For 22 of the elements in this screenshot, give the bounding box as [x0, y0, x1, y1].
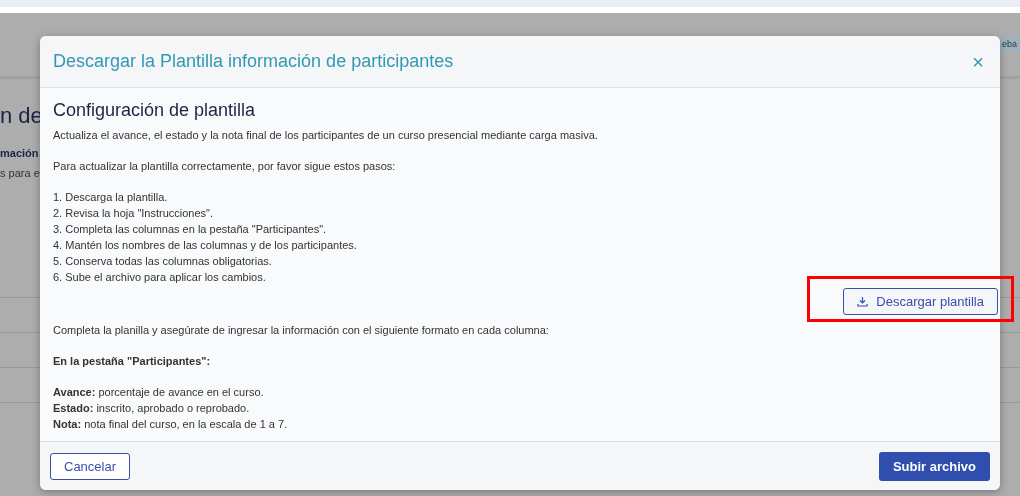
step-item: 3. Completa las columnas en la pestaña "Participantes". — [53, 222, 328, 237]
dialog-title: Descargar la Plantilla información de participantes — [53, 51, 454, 72]
step-item: 5. Conserva todas las columnas obligatorias. — [53, 254, 273, 269]
step-item: 1. Descarga la plantilla. — [53, 190, 169, 205]
step-item: 4. Mantén los nombres de las columnas y de los participantes. — [53, 238, 358, 253]
format-intro: Completa la planilla y asegúrate de ingresar la información con el siguiente formato en cada columna: — [53, 323, 550, 338]
field-description: Avance: porcentaje de avance en el curso. — [53, 385, 265, 400]
download-icon — [857, 296, 869, 307]
steps-intro: Para actualizar la plantilla correctamente, por favor sigue estos pasos: — [53, 159, 397, 174]
step-item: 2. Revisa la hoja "Instrucciones". — [53, 206, 215, 221]
field-description: Estado: inscrito, aprobado o reprobado. — [53, 401, 251, 416]
section-title: Configuración de plantilla — [53, 100, 257, 121]
tab-heading: En la pestaña "Participantes": — [53, 354, 212, 369]
cancel-button[interactable]: Cancelar — [50, 452, 131, 480]
field-description: Nota: nota final del curso, en la escala de 1 a 7. — [53, 417, 289, 432]
user-badge: eba — [1000, 36, 1020, 52]
description-text: s para e — [0, 167, 40, 179]
submit-button[interactable]: Subir archivo — [878, 451, 990, 481]
section-heading: mación — [0, 147, 39, 159]
download-button[interactable]: Descargar plantilla — [843, 288, 998, 315]
step-item: 6. Sube el archivo para aplicar los cambios. — [53, 270, 267, 285]
intro-text: Actualiza el avance, el estado y la nota final de los participantes de un curso presencial mediante carga masiva. — [53, 128, 599, 143]
